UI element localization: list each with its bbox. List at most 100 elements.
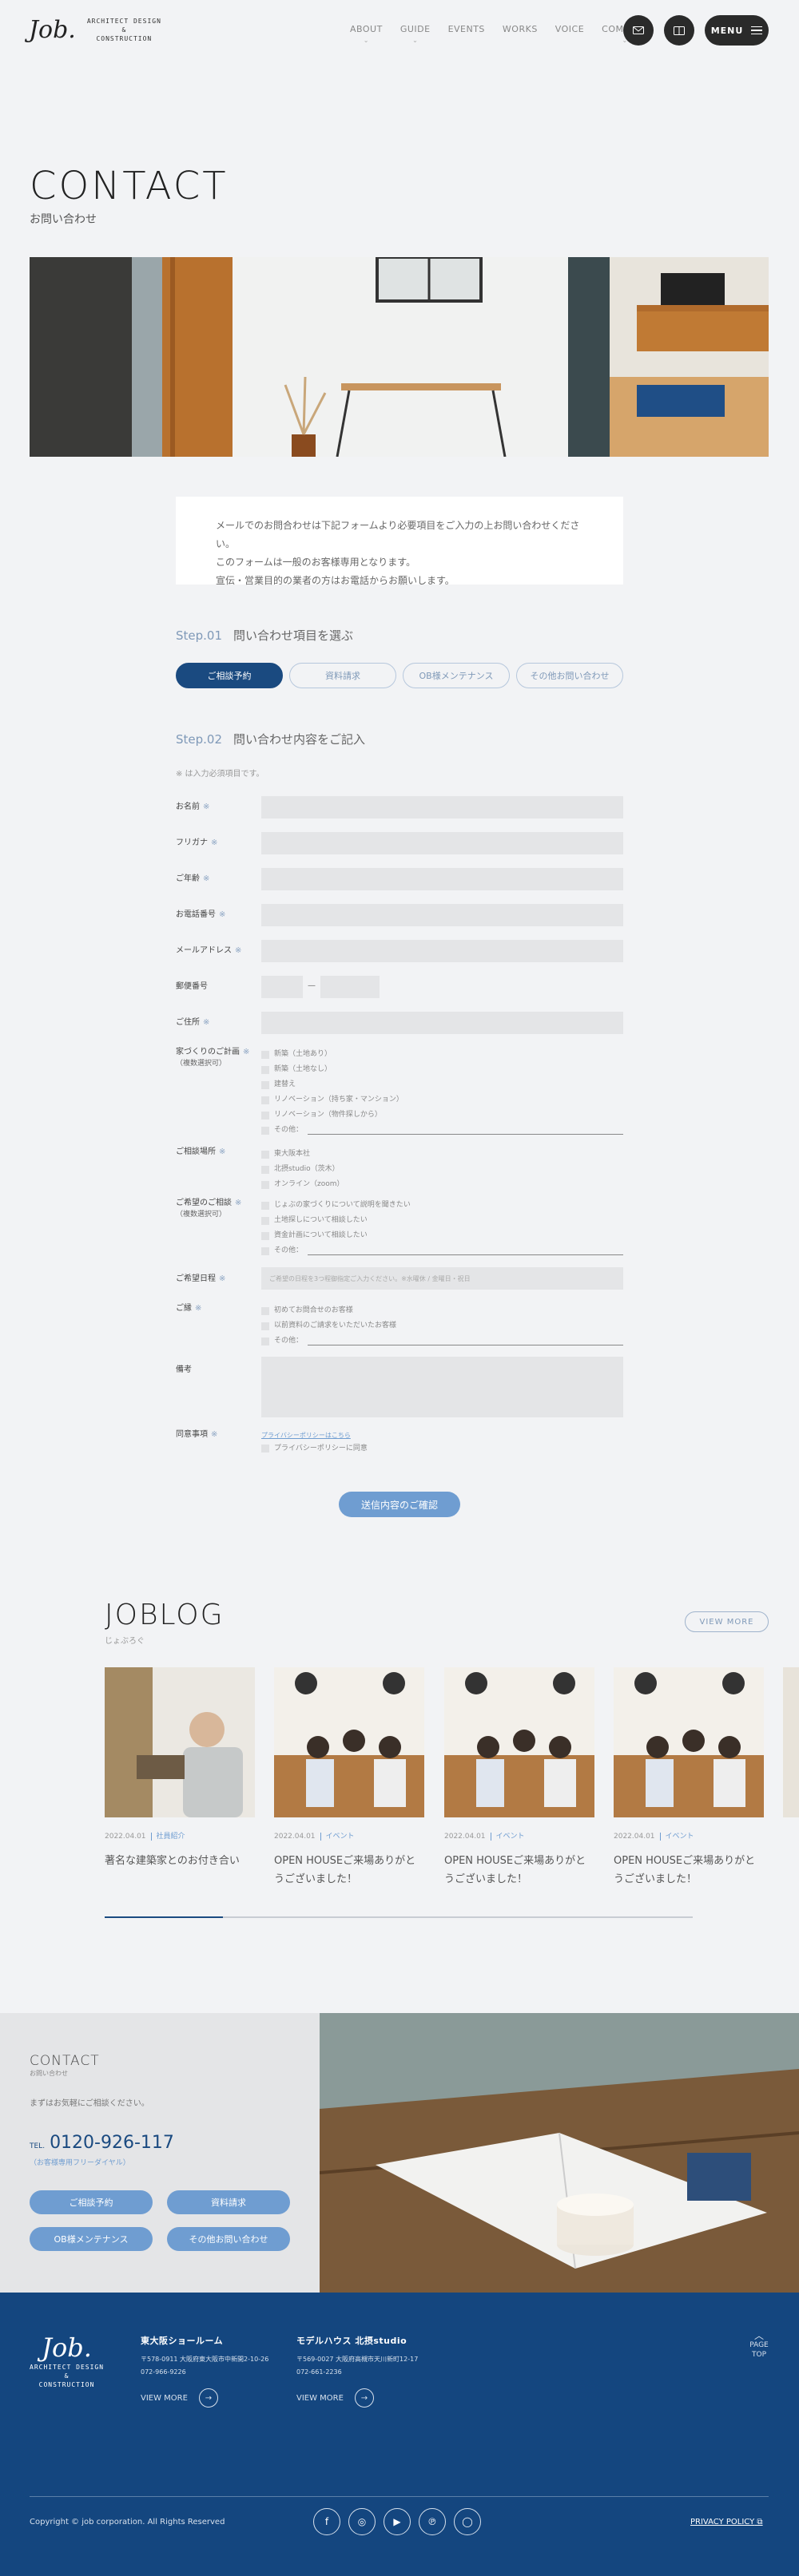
checkbox-plan[interactable]: 新築（土地なし） — [261, 1062, 623, 1077]
label-zip: 郵便番号 — [176, 982, 208, 991]
checkbox-want-other[interactable]: その他： — [261, 1243, 623, 1258]
label-email: メールアドレス ※ — [176, 946, 242, 955]
checkbox-status[interactable]: 初めてお問合せのお客様 — [261, 1303, 623, 1318]
checkbox-plan[interactable]: リノベーション（持ち家・マンション） — [261, 1092, 623, 1108]
label-address: ご住所 ※ — [176, 1018, 210, 1027]
contact-ob-button[interactable]: OB様メンテナンス — [30, 2227, 153, 2251]
blog-view-more-button[interactable]: VIEW MORE — [685, 1611, 769, 1632]
youtube-icon[interactable]: ▶ — [384, 2508, 411, 2535]
book-icon — [674, 26, 685, 35]
tab-consultation[interactable]: ご相談予約 — [176, 663, 283, 688]
blog-card-peek[interactable] — [783, 1667, 799, 1817]
checkbox-place[interactable]: オンライン（zoom） — [261, 1177, 623, 1192]
checkbox-place[interactable]: 北摂studio（茨木） — [261, 1162, 623, 1177]
chevron-down-icon: ⌄ — [363, 37, 369, 44]
contact-tel[interactable]: TEL. 0120-926-117 — [30, 2133, 174, 2153]
showroom-view-more[interactable]: VIEW MORE → — [141, 2388, 268, 2408]
contact-catalog-button[interactable]: 資料請求 — [167, 2190, 290, 2214]
site-logo[interactable]: Job. ARCHITECT DESIGN & CONSTRUCTION — [29, 16, 161, 44]
label-note: 備考 — [176, 1365, 192, 1374]
checkbox-place[interactable]: 東大阪本社 — [261, 1147, 623, 1162]
contact-other-button[interactable]: その他お問い合わせ — [167, 2227, 290, 2251]
name-input[interactable] — [261, 796, 623, 818]
contact-panel: CONTACT お問い合わせ まずはお気軽にご相談ください。 TEL. 0120-… — [0, 2013, 320, 2293]
nav-voice[interactable]: VOICE — [555, 24, 584, 44]
line-icon[interactable]: ◯ — [454, 2508, 481, 2535]
blog-card-title: OPEN HOUSEご来場ありがとうございました！ — [614, 1855, 756, 1885]
checkbox-want[interactable]: 土地探しについて相談したい — [261, 1213, 623, 1228]
logo-text: ARCHITECT DESIGN & CONSTRUCTION — [86, 18, 161, 42]
email-input[interactable] — [261, 940, 623, 962]
required-note: ※ は入力必須項目です。 — [176, 770, 264, 779]
want-other-input[interactable] — [308, 1247, 623, 1255]
pinterest-icon[interactable]: ℗ — [419, 2508, 446, 2535]
menu-button[interactable]: MENU — [705, 15, 769, 46]
kana-input[interactable] — [261, 832, 623, 854]
blog-card[interactable]: 2022.04.01 イベント OPEN HOUSEご来場ありがとうございました！ — [274, 1667, 424, 1888]
checkbox-plan[interactable]: リノベーション（物件探しから） — [261, 1108, 623, 1123]
label-status: ご縁 ※ — [176, 1304, 202, 1313]
plan-other-input[interactable] — [308, 1127, 623, 1135]
footer-showroom: 東大阪ショールーム 〒578-0911 大阪府東大阪市中新開2-10-26 072… — [141, 2334, 268, 2408]
model-house-view-more[interactable]: VIEW MORE → — [296, 2388, 418, 2408]
catalog-button[interactable] — [664, 15, 694, 46]
checkbox-status[interactable]: 以前資料のご請求をいただいたお客様 — [261, 1318, 623, 1334]
mail-button[interactable] — [623, 15, 654, 46]
nav-guide[interactable]: GUIDE ⌄ — [400, 24, 431, 44]
site-header: Job. ARCHITECT DESIGN & CONSTRUCTION ABOUT… — [0, 0, 799, 64]
label-age: ご年齢 ※ — [176, 874, 210, 883]
date-input[interactable]: ご希望の日程を3つ程御指定ご入力ください。※水曜休 / 金曜日・祝日 — [261, 1267, 623, 1290]
global-nav: ABOUT⌄ GUIDE⌄ EVENTS WORKS VOICE COMPANY… — [350, 24, 648, 44]
hero-image — [30, 257, 769, 457]
checkbox-plan[interactable]: 建替え — [261, 1077, 623, 1092]
label-place: ご相談場所 ※ — [176, 1147, 226, 1156]
tab-other[interactable]: その他お問い合わせ — [516, 663, 623, 688]
step2-heading: Step.02 問い合わせ内容をご記入 — [176, 732, 366, 747]
place-options: 東大阪本社 北摂studio（茨木） オンライン（zoom） — [261, 1147, 623, 1192]
chevron-up-icon: ︿ — [753, 2330, 764, 2341]
checkbox-agree[interactable]: プライバシーポリシーに同意 — [261, 1442, 623, 1455]
facebook-icon[interactable]: f — [313, 2508, 340, 2535]
blog-card-image — [444, 1667, 594, 1817]
nav-events[interactable]: EVENTS — [448, 24, 485, 44]
note-textarea[interactable] — [261, 1357, 623, 1417]
blog-card-title: OPEN HOUSEご来場ありがとうございました！ — [274, 1855, 416, 1885]
status-other-input[interactable] — [308, 1338, 623, 1345]
arrow-right-icon: → — [198, 2388, 218, 2408]
footer-logo[interactable]: Job. ARCHITECT DESIGN & CONSTRUCTION — [30, 2332, 104, 2389]
zip1-input[interactable] — [261, 976, 303, 998]
label-plan: 家づくりのご計画 ※ （複数選択可） — [176, 1048, 250, 1068]
blog-card[interactable]: 2022.04.01 イベント OPEN HOUSEご来場ありがとうございました！ — [614, 1667, 764, 1888]
contact-text: まずはお気軽にご相談ください。 — [30, 2099, 149, 2108]
privacy-policy-link[interactable]: プライバシーポリシーはこちら — [261, 1429, 623, 1442]
blog-card[interactable]: 2022.04.01 イベント OPEN HOUSEご来場ありがとうございました！ — [444, 1667, 594, 1888]
page-subtitle: お問い合わせ — [30, 213, 97, 226]
copyright: Copyright © job corporation. All Rights … — [30, 2518, 225, 2526]
nav-about[interactable]: ABOUT ⌄ — [350, 24, 383, 44]
checkbox-want[interactable]: じょぶの家づくりについて説明を聞きたい — [261, 1198, 623, 1213]
tab-ob-maintenance[interactable]: OB様メンテナンス — [403, 663, 510, 688]
blog-card-image — [614, 1667, 764, 1817]
checkbox-status-other[interactable]: その他： — [261, 1334, 623, 1349]
phone-input[interactable] — [261, 904, 623, 926]
checkbox-plan[interactable]: 新築（土地あり） — [261, 1047, 623, 1062]
blog-card[interactable]: 2022.04.01 社員紹介 著名な建築家とのお付き合い — [105, 1667, 255, 1870]
age-input[interactable] — [261, 868, 623, 890]
contact-consultation-button[interactable]: ご相談予約 — [30, 2190, 153, 2214]
privacy-policy-footer-link[interactable]: PRIVACY POLICY ⧉ — [690, 2518, 763, 2526]
step1-heading: Step.01 問い合わせ項目を選ぶ — [176, 628, 354, 643]
tab-catalog[interactable]: 資料請求 — [289, 663, 396, 688]
label-name: お名前 ※ — [176, 803, 210, 811]
checkbox-plan-other[interactable]: その他： — [261, 1123, 623, 1138]
instagram-icon[interactable]: ◎ — [348, 2508, 376, 2535]
nav-works[interactable]: WORKS — [503, 24, 538, 44]
zip2-input[interactable] — [320, 976, 380, 998]
blog-card-title: 著名な建築家とのお付き合い — [105, 1855, 240, 1867]
blog-scrollbar-thumb[interactable] — [105, 1916, 223, 1918]
address-input[interactable] — [261, 1012, 623, 1034]
logo-mark: Job. — [29, 16, 76, 44]
confirm-button[interactable]: 送信内容のご確認 — [339, 1492, 460, 1517]
page-top-button[interactable]: ︿ PAGE TOP — [747, 2331, 771, 2360]
checkbox-want[interactable]: 資金計画について相談したい — [261, 1228, 623, 1243]
menu-label: MENU — [710, 25, 744, 36]
